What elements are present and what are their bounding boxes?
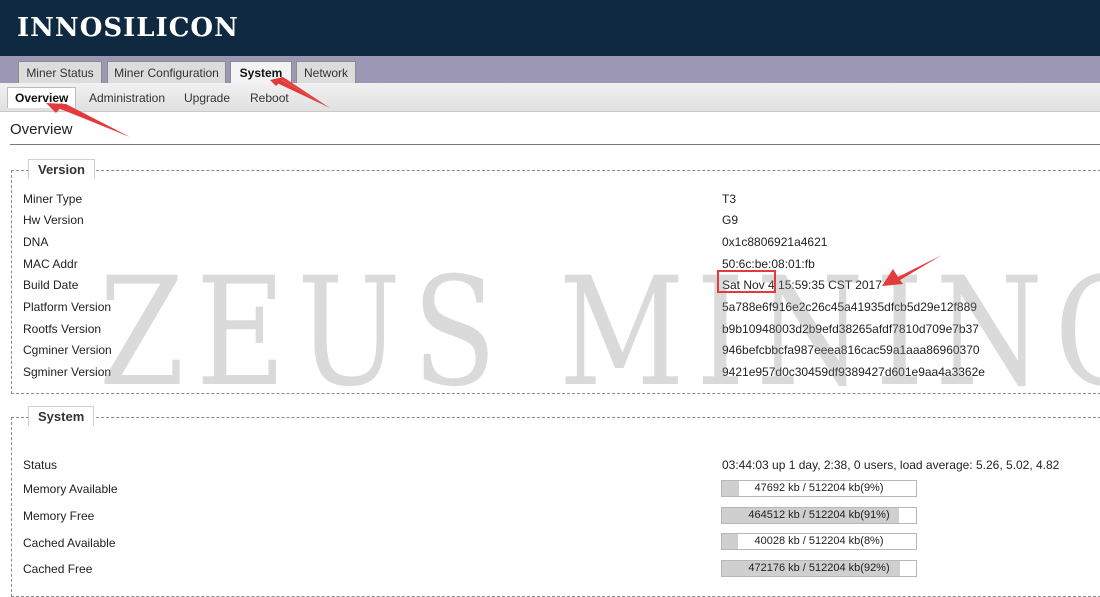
status-value: 03:44:03 up 1 day, 2:38, 0 users, load a… — [722, 458, 1060, 472]
subtab-upgrade[interactable]: Upgrade — [184, 90, 230, 106]
brand-logo: INNOSILICON — [17, 13, 239, 43]
title-divider — [10, 144, 1100, 145]
build-date-label: Build Date — [23, 278, 79, 292]
system-fieldset: System — [11, 406, 1100, 597]
subtab-reboot[interactable]: Reboot — [250, 90, 289, 106]
memory-free-bar: 464512 kb / 512204 kb(91%) — [721, 507, 917, 524]
memory-available-text: 47692 kb / 512204 kb(9%) — [754, 482, 884, 494]
cached-available-text: 40028 kb / 512204 kb(8%) — [754, 535, 884, 547]
dna-label: DNA — [23, 235, 49, 249]
platform-version-label: Platform Version — [23, 300, 112, 314]
platform-version-value: 5a788e6f916e2c26c45a41935dfcb5d29e12f889 — [722, 300, 977, 314]
rootfs-version-value: b9b10948003d2b9efd38265afdf7810d709e7b37 — [722, 322, 979, 336]
hw-version-value: G9 — [722, 213, 739, 227]
system-legend: System — [28, 406, 95, 426]
miner-type-value: T3 — [722, 192, 737, 206]
dna-value: 0x1c8806921a4621 — [722, 235, 828, 249]
mac-addr-label: MAC Addr — [23, 257, 78, 271]
tab-system[interactable]: System — [230, 61, 292, 84]
sgminer-version-value: 9421e957d0c30459df9389427d601e9aa4a3362e — [722, 365, 985, 379]
version-fieldset: Version — [11, 159, 1100, 394]
cached-free-label: Cached Free — [23, 562, 93, 576]
rootfs-version-label: Rootfs Version — [23, 322, 102, 336]
cached-available-bar: 40028 kb / 512204 kb(8%) — [721, 533, 917, 550]
cached-available-label: Cached Available — [23, 536, 116, 550]
cached-free-bar: 472176 kb / 512204 kb(92%) — [721, 560, 917, 577]
app-header: INNOSILICON — [0, 0, 1100, 56]
tab-network[interactable]: Network — [296, 61, 356, 83]
sgminer-version-label: Sgminer Version — [23, 365, 112, 379]
status-label: Status — [23, 458, 58, 472]
main-tab-bar: Miner Status Miner Configuration System … — [0, 56, 1100, 84]
mac-addr-value: 50:6c:be:08:01:fb — [722, 257, 815, 271]
memory-free-label: Memory Free — [23, 509, 95, 523]
memory-available-bar: 47692 kb / 512204 kb(9%) — [721, 480, 917, 497]
cgminer-version-label: Cgminer Version — [23, 343, 112, 357]
subtab-overview[interactable]: Overview — [7, 87, 77, 108]
cached-free-text: 472176 kb / 512204 kb(92%) — [748, 562, 890, 574]
page-title: Overview — [10, 121, 73, 138]
memory-available-label: Memory Available — [23, 482, 118, 496]
memory-free-text: 464512 kb / 512204 kb(91%) — [748, 509, 890, 521]
tab-miner-configuration[interactable]: Miner Configuration — [107, 61, 226, 83]
version-legend: Version — [28, 159, 95, 179]
miner-type-label: Miner Type — [23, 192, 83, 206]
sub-tab-bar: Overview Administration Upgrade Reboot — [0, 83, 1100, 112]
build-date-highlight-box — [717, 270, 776, 293]
cgminer-version-value: 946befcbbcfa987eeea816cac59a1aaa86960370 — [722, 343, 980, 357]
tab-miner-status[interactable]: Miner Status — [18, 61, 102, 83]
subtab-administration[interactable]: Administration — [89, 90, 165, 106]
hw-version-label: Hw Version — [23, 213, 84, 227]
